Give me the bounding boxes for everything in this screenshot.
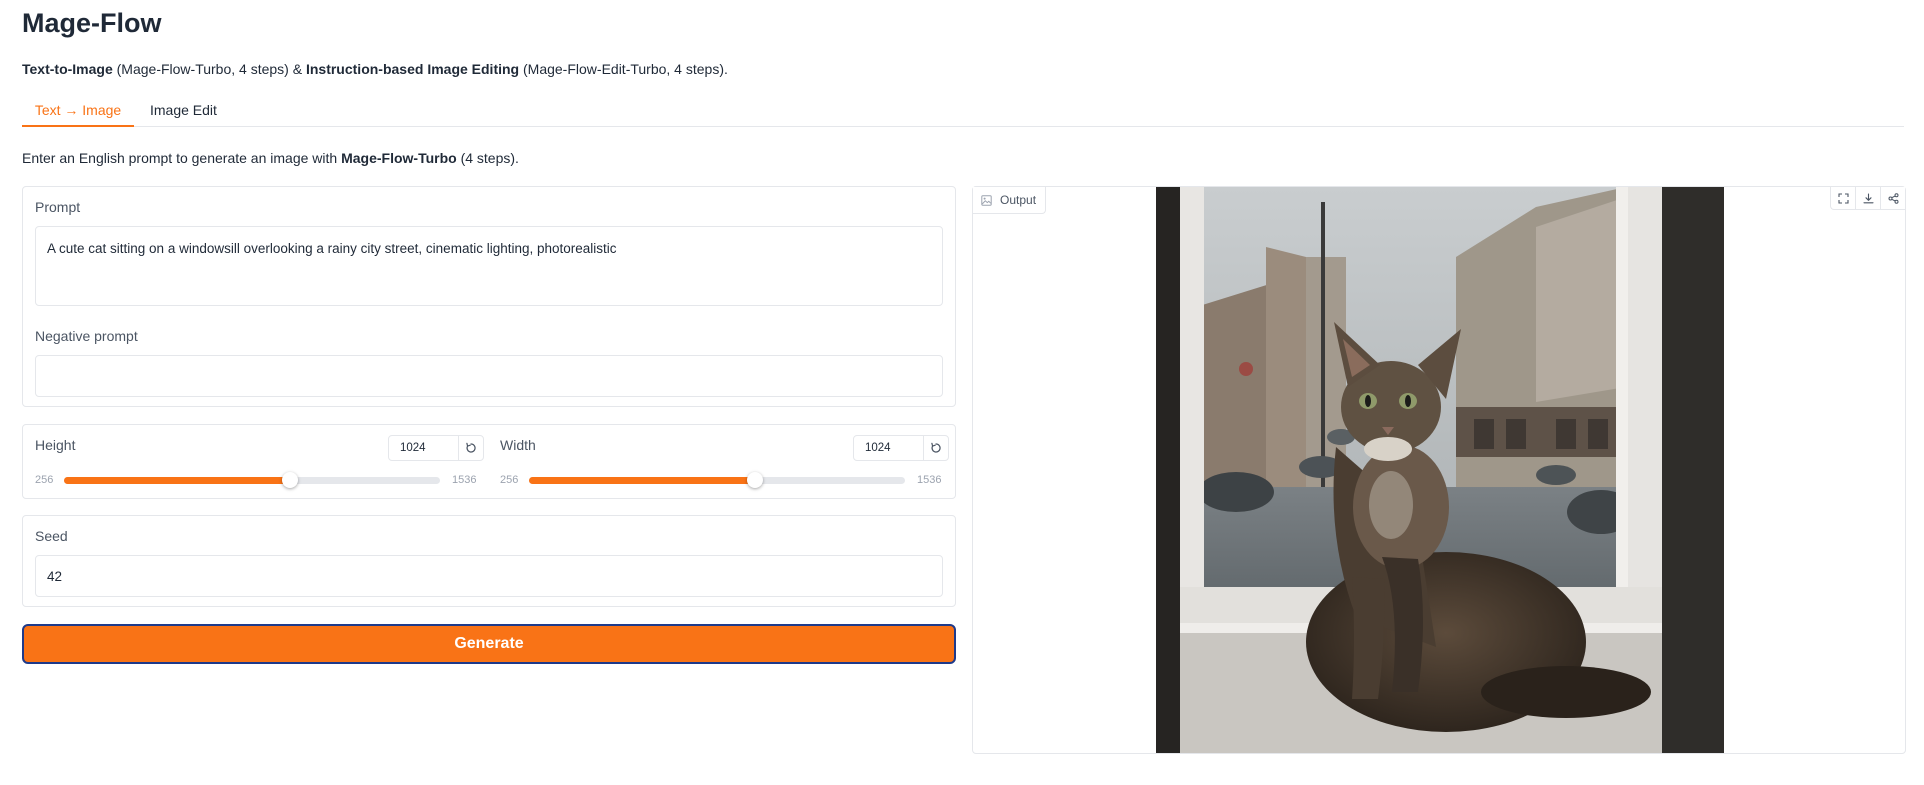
subtitle-edit: Instruction-based Image Editing (305, 61, 520, 77)
width-min-label: 256 (500, 474, 519, 486)
share-icon (1888, 192, 1898, 204)
output-cat-photo (1156, 187, 1724, 753)
output-label: Output (973, 187, 1047, 214)
tab-text-to-image[interactable]: Text → Image (22, 94, 134, 127)
description-model: Mage-Flow-Turbo (341, 150, 457, 166)
width-number (853, 435, 949, 461)
image-icon (981, 194, 992, 206)
height-slider[interactable] (64, 472, 440, 488)
tab-image-edit[interactable]: Image Edit (150, 94, 217, 126)
description-suffix: (4 steps). (456, 150, 519, 166)
height-min-label: 256 (35, 474, 54, 486)
page-subtitle: Text-to-Image (Mage-Flow-Turbo, 4 steps)… (22, 61, 728, 77)
seed-label: Seed (35, 528, 68, 544)
width-slider-fill (529, 477, 755, 484)
width-reset-button[interactable] (923, 436, 948, 460)
negative-prompt-input[interactable] (35, 355, 943, 397)
generate-button[interactable]: Generate (22, 624, 956, 664)
fullscreen-button[interactable] (1831, 187, 1855, 209)
subtitle-t2i-detail: (Mage-Flow-Turbo, 4 steps) & (112, 61, 306, 77)
width-input[interactable] (854, 436, 926, 460)
width-slider-thumb[interactable] (746, 472, 763, 488)
width-slider[interactable] (529, 472, 905, 488)
seed-input[interactable] (35, 555, 943, 597)
height-input[interactable] (389, 436, 461, 460)
output-panel: Output (972, 186, 1906, 754)
negative-prompt-label: Negative prompt (35, 328, 138, 344)
subtitle-edit-detail: (Mage-Flow-Edit-Turbo, 4 steps). (519, 61, 728, 77)
description-prefix: Enter an English prompt to generate an i… (22, 150, 342, 166)
share-button[interactable] (1880, 187, 1905, 209)
width-max-label: 1536 (917, 474, 942, 486)
height-slider-fill (64, 477, 290, 484)
height-label: Height (35, 437, 76, 453)
size-panel: Height 256 1536 Width 256 1536 (22, 424, 956, 499)
reset-icon (466, 442, 476, 453)
output-image (1156, 187, 1724, 753)
generate-description: Enter an English prompt to generate an i… (22, 150, 519, 166)
height-reset-button[interactable] (458, 436, 483, 460)
seed-panel: Seed (22, 515, 956, 607)
download-icon (1862, 192, 1874, 203)
prompt-label: Prompt (35, 199, 81, 215)
height-slider-thumb[interactable] (281, 472, 298, 488)
reset-icon (931, 442, 941, 453)
height-number (388, 435, 484, 461)
prompt-input[interactable]: A cute cat sitting on a windowsill overl… (35, 226, 943, 306)
fullscreen-icon (1837, 192, 1849, 204)
width-label: Width (500, 437, 536, 453)
output-label-text: Output (1000, 193, 1037, 207)
tab-bar: Text → Image Image Edit (22, 94, 1904, 127)
page-title: Mage-Flow (22, 8, 162, 38)
height-max-label: 1536 (452, 474, 477, 486)
subtitle-t2i: Text-to-Image (22, 61, 113, 77)
download-button[interactable] (1855, 187, 1880, 209)
prompt-panel: Prompt A cute cat sitting on a windowsil… (22, 186, 956, 407)
output-controls (1830, 187, 1905, 210)
